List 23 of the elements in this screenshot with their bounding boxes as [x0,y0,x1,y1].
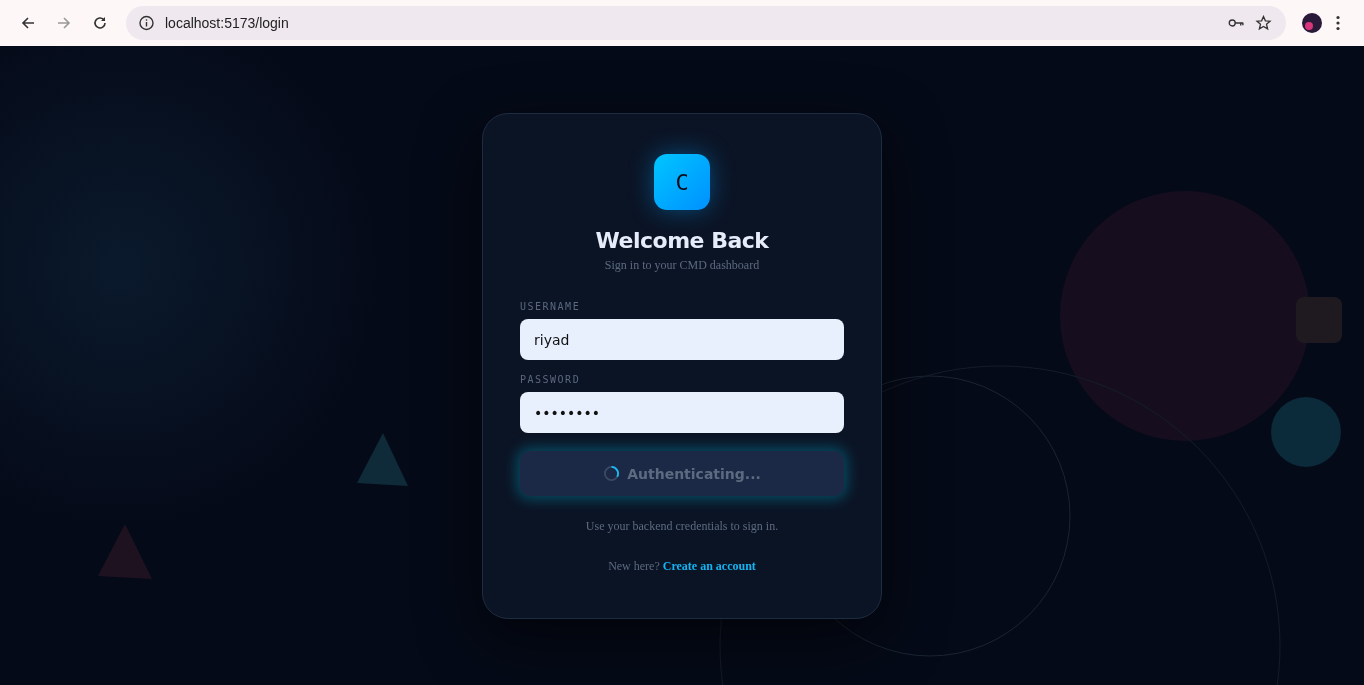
profile-avatar[interactable] [1302,13,1322,33]
floating-square [1296,297,1342,343]
info-icon[interactable] [138,15,155,31]
input-field[interactable]: riyad [520,319,844,360]
star-icon[interactable] [1255,15,1272,31]
field-label: USERNAME [520,301,582,312]
floating-triangle [357,433,408,486]
login-hint: Use your backend credentials to sign in. [585,519,779,534]
menu-icon[interactable] [1336,15,1340,31]
login-subtitle: Sign in to your CMD dashboard [604,258,760,273]
signup-prompt: New here? [608,559,660,573]
floating-triangle [98,524,152,579]
floating-circle [1271,397,1341,467]
address-bar[interactable]: localhost:5173/login [126,6,1286,40]
login-title: Welcome Back [595,228,769,253]
forward-icon[interactable] [56,15,72,31]
app-logo: C [654,154,710,210]
input-field[interactable]: •••••••• [520,392,844,433]
field-label: PASSWORD [520,374,582,385]
reload-icon[interactable] [92,15,108,31]
create-account-link[interactable]: Create an account [662,559,756,573]
url-text: localhost:5173/login [165,15,289,31]
back-icon[interactable] [20,15,36,31]
